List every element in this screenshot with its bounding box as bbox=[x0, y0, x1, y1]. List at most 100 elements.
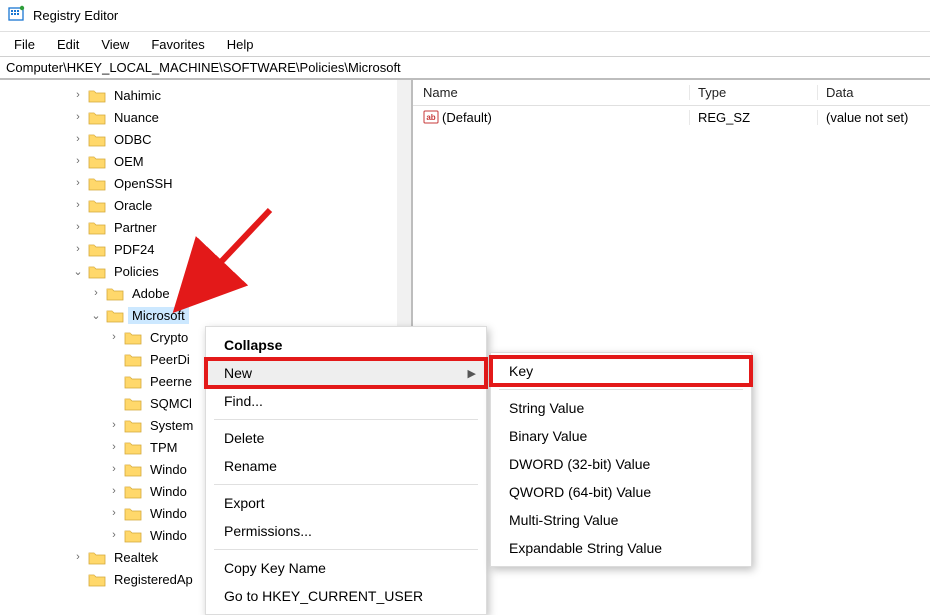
ctx-item-collapse[interactable]: Collapse bbox=[206, 331, 486, 359]
chevron-right-icon[interactable]: › bbox=[72, 243, 84, 255]
col-header-name[interactable]: Name bbox=[413, 85, 689, 100]
ctx-item-label: Binary Value bbox=[509, 428, 587, 444]
tree-node[interactable]: ›Partner bbox=[0, 216, 411, 238]
chevron-right-icon[interactable]: › bbox=[72, 89, 84, 101]
ctx-item-permissions-[interactable]: Permissions... bbox=[206, 517, 486, 545]
ctx-item-label: New bbox=[224, 365, 252, 381]
folder-icon bbox=[88, 242, 106, 257]
folder-icon bbox=[88, 264, 106, 279]
chevron-right-icon[interactable]: › bbox=[108, 419, 120, 431]
tree-node[interactable]: ›PDF24 bbox=[0, 238, 411, 260]
value-row[interactable]: ab (Default) REG_SZ (value not set) bbox=[413, 106, 930, 128]
tree-node-label: OpenSSH bbox=[110, 175, 177, 192]
subctx-item-dword-32-bit-value[interactable]: DWORD (32-bit) Value bbox=[491, 450, 751, 478]
tree-node-label: Windo bbox=[146, 461, 191, 478]
context-submenu-new[interactable]: Key String Value Binary Value DWORD (32-bit… bbox=[490, 352, 752, 567]
menu-help[interactable]: Help bbox=[217, 35, 264, 54]
tree-node[interactable]: ⌄Policies bbox=[0, 260, 411, 282]
folder-icon bbox=[124, 374, 142, 389]
tree-node-label: Oracle bbox=[110, 197, 156, 214]
subctx-item-qword-64-bit-value[interactable]: QWORD (64-bit) Value bbox=[491, 478, 751, 506]
tree-node-label: Nuance bbox=[110, 109, 163, 126]
folder-icon bbox=[88, 154, 106, 169]
menu-edit[interactable]: Edit bbox=[47, 35, 89, 54]
window-title: Registry Editor bbox=[33, 8, 118, 23]
folder-icon bbox=[88, 220, 106, 235]
col-header-type[interactable]: Type bbox=[689, 85, 817, 100]
tree-node[interactable]: › Nuance bbox=[0, 106, 411, 128]
addressbar-path: Computer\HKEY_LOCAL_MACHINE\SOFTWARE\Pol… bbox=[6, 60, 401, 75]
addressbar[interactable]: Computer\HKEY_LOCAL_MACHINE\SOFTWARE\Pol… bbox=[0, 56, 930, 80]
folder-icon bbox=[88, 176, 106, 191]
ctx-item-label: Go to HKEY_CURRENT_USER bbox=[224, 588, 423, 604]
subctx-item-multi-string-value[interactable]: Multi-String Value bbox=[491, 506, 751, 534]
chevron-right-icon[interactable]: › bbox=[72, 177, 84, 189]
ctx-item-copy-key-name[interactable]: Copy Key Name bbox=[206, 554, 486, 582]
subctx-item-string-value[interactable]: String Value bbox=[491, 394, 751, 422]
tree-node[interactable]: ›OEM bbox=[0, 150, 411, 172]
chevron-right-icon[interactable]: › bbox=[72, 199, 84, 211]
ctx-item-rename[interactable]: Rename bbox=[206, 452, 486, 480]
ctx-item-label: Find... bbox=[224, 393, 263, 409]
value-name: (Default) bbox=[442, 110, 492, 125]
ctx-item-label: QWORD (64-bit) Value bbox=[509, 484, 651, 500]
tree-node[interactable]: › ODBC bbox=[0, 128, 411, 150]
context-menu[interactable]: Collapse New ▶ Find... Delete Rename ExportPer… bbox=[205, 326, 487, 615]
tree-node-label: PeerDi bbox=[146, 351, 194, 368]
ctx-item-label: Collapse bbox=[224, 337, 282, 353]
ctx-item-go-to-hkey-current-user[interactable]: Go to HKEY_CURRENT_USER bbox=[206, 582, 486, 610]
chevron-right-icon[interactable]: › bbox=[108, 485, 120, 497]
folder-icon bbox=[88, 198, 106, 213]
ctx-item-label: Multi-String Value bbox=[509, 512, 618, 528]
tree-node-label: System bbox=[146, 417, 197, 434]
chevron-right-icon[interactable]: › bbox=[108, 529, 120, 541]
tree-node[interactable]: ⌄Microsoft bbox=[0, 304, 411, 326]
chevron-right-icon[interactable]: › bbox=[72, 221, 84, 233]
folder-icon bbox=[124, 484, 142, 499]
folder-icon bbox=[124, 330, 142, 345]
tree-node-label: SQMCl bbox=[146, 395, 196, 412]
subctx-item-binary-value[interactable]: Binary Value bbox=[491, 422, 751, 450]
menu-file[interactable]: File bbox=[4, 35, 45, 54]
chevron-right-icon[interactable]: › bbox=[90, 287, 102, 299]
chevron-right-icon[interactable]: › bbox=[72, 155, 84, 167]
subctx-item-expandable-string-value[interactable]: Expandable String Value bbox=[491, 534, 751, 562]
chevron-right-icon[interactable]: › bbox=[108, 441, 120, 453]
chevron-right-icon[interactable]: › bbox=[108, 507, 120, 519]
folder-icon bbox=[124, 506, 142, 521]
folder-icon bbox=[124, 440, 142, 455]
tree-node-label: Nahimic bbox=[110, 87, 165, 104]
ctx-item-label: Delete bbox=[224, 430, 264, 446]
ctx-item-delete[interactable]: Delete bbox=[206, 424, 486, 452]
chevron-right-icon[interactable]: › bbox=[108, 331, 120, 343]
chevron-right-icon[interactable]: › bbox=[72, 111, 84, 123]
tree-node-label: ODBC bbox=[110, 131, 156, 148]
value-data: (value not set) bbox=[817, 110, 930, 125]
folder-icon bbox=[124, 396, 142, 411]
ctx-item-new[interactable]: New ▶ bbox=[206, 359, 486, 387]
menu-view[interactable]: View bbox=[91, 35, 139, 54]
col-header-data[interactable]: Data bbox=[817, 85, 930, 100]
menu-favorites[interactable]: Favorites bbox=[141, 35, 214, 54]
chevron-right-icon[interactable]: › bbox=[72, 133, 84, 145]
ctx-item-export[interactable]: Export bbox=[206, 489, 486, 517]
folder-icon bbox=[88, 88, 106, 103]
ctx-item-label: DWORD (32-bit) Value bbox=[509, 456, 650, 472]
subctx-item-key[interactable]: Key bbox=[491, 357, 751, 385]
chevron-down-icon[interactable]: ⌄ bbox=[90, 309, 102, 322]
folder-icon bbox=[124, 418, 142, 433]
chevron-right-icon: ▶ bbox=[468, 367, 476, 380]
chevron-right-icon[interactable]: › bbox=[108, 463, 120, 475]
tree-node[interactable]: › OpenSSH bbox=[0, 172, 411, 194]
folder-icon bbox=[88, 110, 106, 125]
values-header: Name Type Data bbox=[413, 80, 930, 106]
svg-text:ab: ab bbox=[426, 113, 435, 122]
tree-node[interactable]: ›Adobe bbox=[0, 282, 411, 304]
chevron-right-icon[interactable]: › bbox=[72, 551, 84, 563]
ctx-item-label: Rename bbox=[224, 458, 277, 474]
tree-node[interactable]: › Nahimic bbox=[0, 84, 411, 106]
chevron-down-icon[interactable]: ⌄ bbox=[72, 265, 84, 278]
folder-icon bbox=[88, 572, 106, 587]
ctx-item-find-[interactable]: Find... bbox=[206, 387, 486, 415]
tree-node[interactable]: › Oracle bbox=[0, 194, 411, 216]
